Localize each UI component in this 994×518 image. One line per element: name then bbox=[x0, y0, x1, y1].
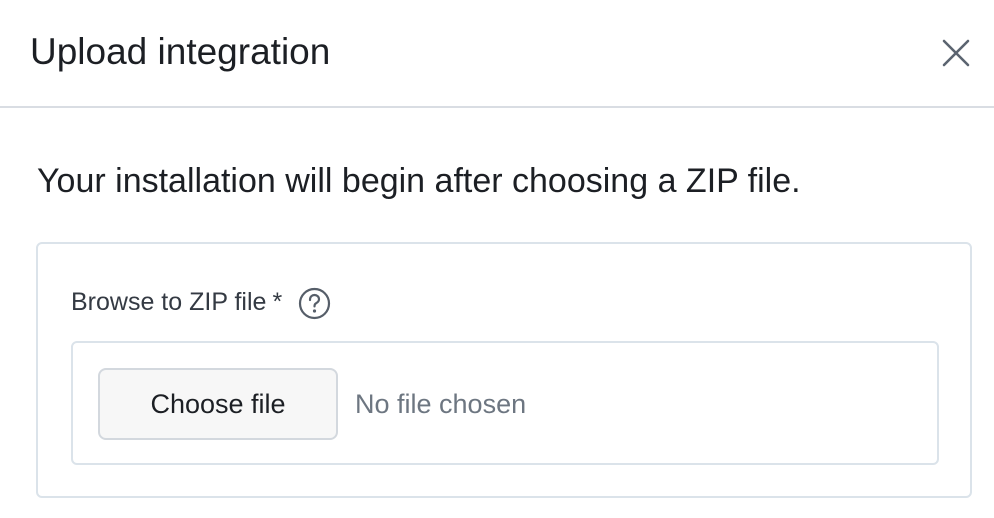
upload-integration-dialog: Upload integration Your installation wil… bbox=[0, 0, 994, 518]
field-label-row: Browse to ZIP file * bbox=[71, 284, 331, 320]
upload-panel: Browse to ZIP file * Choose file No file… bbox=[36, 242, 972, 498]
choose-file-button[interactable]: Choose file bbox=[98, 368, 338, 440]
dialog-header: Upload integration bbox=[0, 0, 994, 108]
field-label: Browse to ZIP file bbox=[71, 287, 267, 316]
close-button[interactable] bbox=[930, 30, 980, 76]
file-status-text: No file chosen bbox=[355, 389, 527, 419]
close-icon bbox=[942, 39, 970, 67]
dialog-title: Upload integration bbox=[30, 31, 331, 72]
required-marker: * bbox=[272, 287, 283, 316]
file-input[interactable]: Choose file No file chosen bbox=[71, 341, 939, 465]
question-circle-icon[interactable] bbox=[298, 287, 331, 320]
intro-text: Your installation will begin after choos… bbox=[37, 162, 801, 200]
